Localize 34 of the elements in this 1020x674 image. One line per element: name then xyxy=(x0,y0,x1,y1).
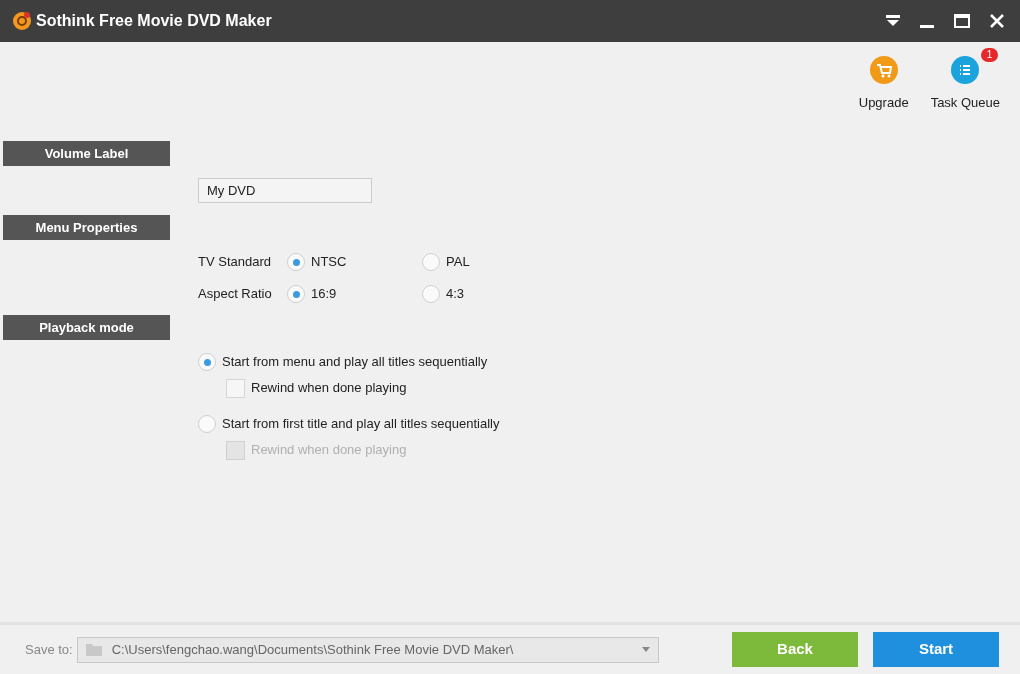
section-header: Playback mode xyxy=(3,315,170,340)
save-to-label: Save to: xyxy=(25,640,73,659)
checkbox[interactable] xyxy=(226,378,245,398)
save-path-dropdown[interactable]: C:\Users\fengchao.wang\Documents\Sothink Free Movie DVD Maker\ xyxy=(76,636,659,663)
caret-icon xyxy=(641,647,650,652)
close-icon[interactable] xyxy=(990,14,1004,28)
checkbox-label: Rewind when done playing xyxy=(251,379,407,398)
upgrade-button[interactable]: Upgrade xyxy=(858,56,909,113)
maximize-icon[interactable] xyxy=(954,14,970,28)
volume-label-field[interactable]: My DVD xyxy=(198,178,372,203)
count-badge: 1 xyxy=(980,48,999,62)
checkbox-label: Rewind when done playing xyxy=(251,441,407,460)
folder-icon xyxy=(85,643,102,656)
radio-button[interactable] xyxy=(422,285,440,303)
disc-logo-icon xyxy=(12,11,32,31)
radio-label: NTSC xyxy=(311,253,347,272)
radio-button[interactable] xyxy=(287,253,305,271)
radio-label: PAL xyxy=(446,253,470,272)
radio-label: 16:9 xyxy=(311,285,337,304)
section-header: Menu Properties xyxy=(3,215,170,240)
radio-label: Start from first title and play all titles sequentially xyxy=(222,415,500,434)
cart-icon xyxy=(869,56,898,84)
radio-button[interactable] xyxy=(422,253,440,271)
window-title: Sothink Free Movie DVD Maker xyxy=(36,11,272,31)
radio-label: Start from menu and play all titles sequentially xyxy=(222,353,488,372)
radio-button[interactable] xyxy=(287,285,305,303)
list-icon xyxy=(951,56,980,84)
radio-label: 4:3 xyxy=(446,285,465,304)
radio-button[interactable] xyxy=(198,353,216,371)
dropdown-menu-icon[interactable] xyxy=(886,15,900,27)
section-header: Volume Label xyxy=(3,141,170,166)
option-label: Aspect Ratio xyxy=(198,285,273,304)
radio-button[interactable] xyxy=(198,415,216,433)
option-label: TV Standard xyxy=(198,253,272,272)
